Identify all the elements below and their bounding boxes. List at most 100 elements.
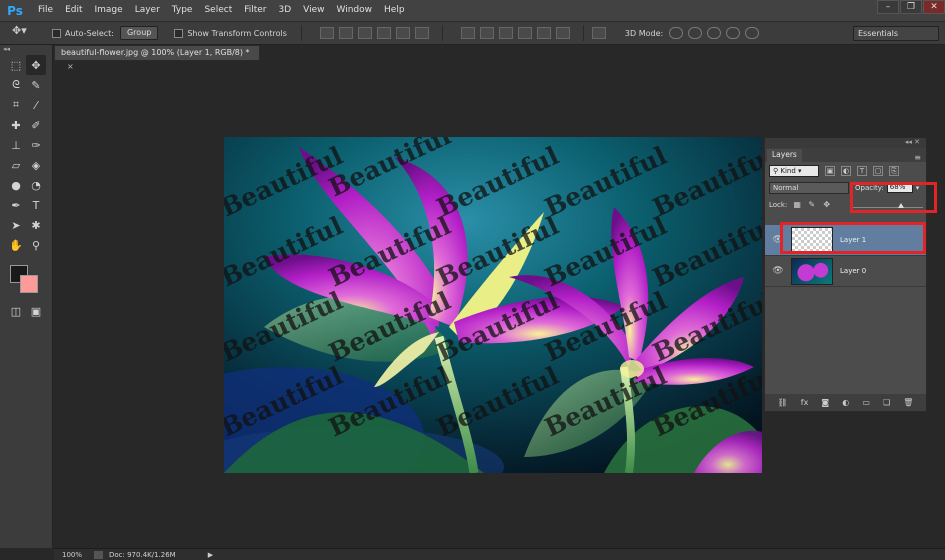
hand-tool-icon[interactable]: ✋ [6,235,26,255]
lock-image-icon[interactable]: ✎ [808,200,817,209]
filter-kind-dropdown[interactable]: ⚲ Kind ▾ [769,164,819,177]
distribute-right-icon[interactable] [555,27,570,39]
distribute-bottom-icon[interactable] [498,27,513,39]
menu-layer[interactable]: Layer [129,0,166,21]
distribute-hcenter-icon[interactable] [536,27,551,39]
eraser-tool-icon[interactable]: ▱ [6,155,26,175]
add-mask-icon[interactable]: ◙ [821,398,829,407]
delete-layer-icon[interactable]: 🗑 [903,398,913,407]
distribute-top-icon[interactable] [460,27,475,39]
lock-transparent-icon[interactable]: ▦ [793,200,802,209]
3d-scale-icon[interactable] [745,27,760,39]
visibility-eye-icon[interactable]: 👁 [771,235,785,245]
shape-tool-icon[interactable]: ✱ [26,215,46,235]
move-tool-preset-icon[interactable]: ✥▾ [12,24,44,42]
status-proof-icon[interactable] [94,550,103,559]
path-selection-tool-icon[interactable]: ➤ [6,215,26,235]
lock-position-icon[interactable]: ✥ [823,200,832,209]
screen-mode-icon[interactable]: ▣ [26,301,46,321]
new-group-icon[interactable]: ▭ [862,398,870,407]
window-controls: – ❐ ✕ [876,0,945,16]
menu-filter[interactable]: Filter [238,0,272,21]
crop-tool-icon[interactable]: ⌗ [6,95,26,115]
menu-image[interactable]: Image [89,0,129,21]
menu-3d[interactable]: 3D [273,0,298,21]
menu-window[interactable]: Window [331,0,379,21]
zoom-tool-icon[interactable]: ⚲ [26,235,46,255]
minimize-button[interactable]: – [877,0,899,14]
align-right-icon[interactable] [414,27,429,39]
pen-tool-icon[interactable]: ✒ [6,195,26,215]
menu-type[interactable]: Type [166,0,199,21]
3d-pan-icon[interactable] [707,27,722,39]
panel-menu-icon[interactable]: ≡ [914,153,921,162]
move-tool-icon[interactable]: ✥ [26,55,46,75]
auto-select-checkbox[interactable] [52,28,61,38]
filter-adjustment-icon[interactable]: ◐ [841,165,851,176]
opacity-input[interactable]: 68% [886,182,913,193]
brush-tool-icon[interactable]: ✐ [26,115,46,135]
3d-roll-icon[interactable] [688,27,703,39]
filter-type-icon[interactable]: T [857,165,867,176]
layer-row-layer-1[interactable]: 👁 Layer 1 [765,225,926,256]
filter-pixel-icon[interactable]: ▣ [825,165,835,176]
background-color-swatch[interactable] [20,275,38,293]
paint-bucket-tool-icon[interactable]: ◈ [26,155,46,175]
show-transform-checkbox[interactable] [174,28,184,38]
distribute-vcenter-icon[interactable] [479,27,494,39]
quick-select-tool-icon[interactable]: ✎ [26,75,46,95]
blur-tool-icon[interactable]: ● [6,175,26,195]
filter-kind-label: Kind [780,166,796,175]
layer-row-layer-0[interactable]: 👁 Layer 0 [765,256,926,287]
layers-panel: ◂◂ ✕ Layers ≡ ⚲ Kind ▾ ▣ ◐ T ▢ ⎘ Normal … [764,137,927,412]
distribute-left-icon[interactable] [517,27,532,39]
healing-brush-tool-icon[interactable]: ✚ [6,115,26,135]
quick-mask-icon[interactable]: ◫ [6,301,26,321]
menu-select[interactable]: Select [198,0,238,21]
status-menu-arrow-icon[interactable]: ▶ [208,551,213,559]
visibility-eye-icon[interactable]: 👁 [771,266,785,276]
opacity-slider[interactable] [853,202,923,210]
menu-file[interactable]: File [32,0,59,21]
tab-layers[interactable]: Layers [767,149,802,162]
collapse-toolbar-icon[interactable]: ◂◂ [0,45,52,55]
blend-mode-dropdown[interactable]: Normal [769,181,849,194]
close-document-icon[interactable]: × [67,62,74,71]
3d-rotate-icon[interactable] [669,27,684,39]
align-hcenter-icon[interactable] [395,27,410,39]
panel-collapse-bar[interactable]: ◂◂ ✕ [765,138,926,148]
opacity-dropdown-icon[interactable]: ▾ [916,184,920,192]
align-bottom-icon[interactable] [357,27,372,39]
filter-shape-icon[interactable]: ▢ [873,165,883,176]
workspace-dropdown[interactable]: Essentials [853,26,939,41]
filter-smartobject-icon[interactable]: ⎘ [889,165,899,176]
link-layers-icon[interactable]: ⛓ [778,398,788,407]
close-window-button[interactable]: ✕ [923,0,945,14]
eyedropper-tool-icon[interactable]: ⁄ [26,95,46,115]
new-adjustment-icon[interactable]: ◐ [842,398,849,407]
document-tab[interactable]: beautiful-flower.jpg @ 100% (Layer 1, RG… [54,45,260,71]
layer-style-icon[interactable]: fx [801,398,809,407]
align-vcenter-icon[interactable] [338,27,353,39]
clone-stamp-tool-icon[interactable]: ⊥ [6,135,26,155]
3d-slide-icon[interactable] [726,27,741,39]
history-brush-tool-icon[interactable]: ✑ [26,135,46,155]
restore-button[interactable]: ❐ [900,0,922,14]
align-top-icon[interactable] [319,27,334,39]
align-left-icon[interactable] [376,27,391,39]
zoom-level[interactable]: 100% [62,551,94,559]
menu-help[interactable]: Help [378,0,411,21]
menu-edit[interactable]: Edit [59,0,88,21]
document-canvas[interactable]: Beautiful Beautiful Beautiful Beautiful … [224,137,762,473]
options-bar: ✥▾ Auto-Select: Group Show Transform Con… [0,21,945,45]
type-tool-icon[interactable]: T [26,195,46,215]
new-layer-icon[interactable]: ❏ [883,398,890,407]
marquee-tool-icon[interactable]: ⬚ [6,55,26,75]
opacity-slider-thumb[interactable] [897,203,904,208]
menu-view[interactable]: View [297,0,330,21]
auto-select-dropdown[interactable]: Group [119,26,159,40]
layer-list: 👁 Layer 1 👁 Layer 0 [765,225,926,395]
dodge-tool-icon[interactable]: ◔ [26,175,46,195]
auto-align-icon[interactable] [591,27,606,39]
lasso-tool-icon[interactable]: ᘓ [6,75,26,95]
